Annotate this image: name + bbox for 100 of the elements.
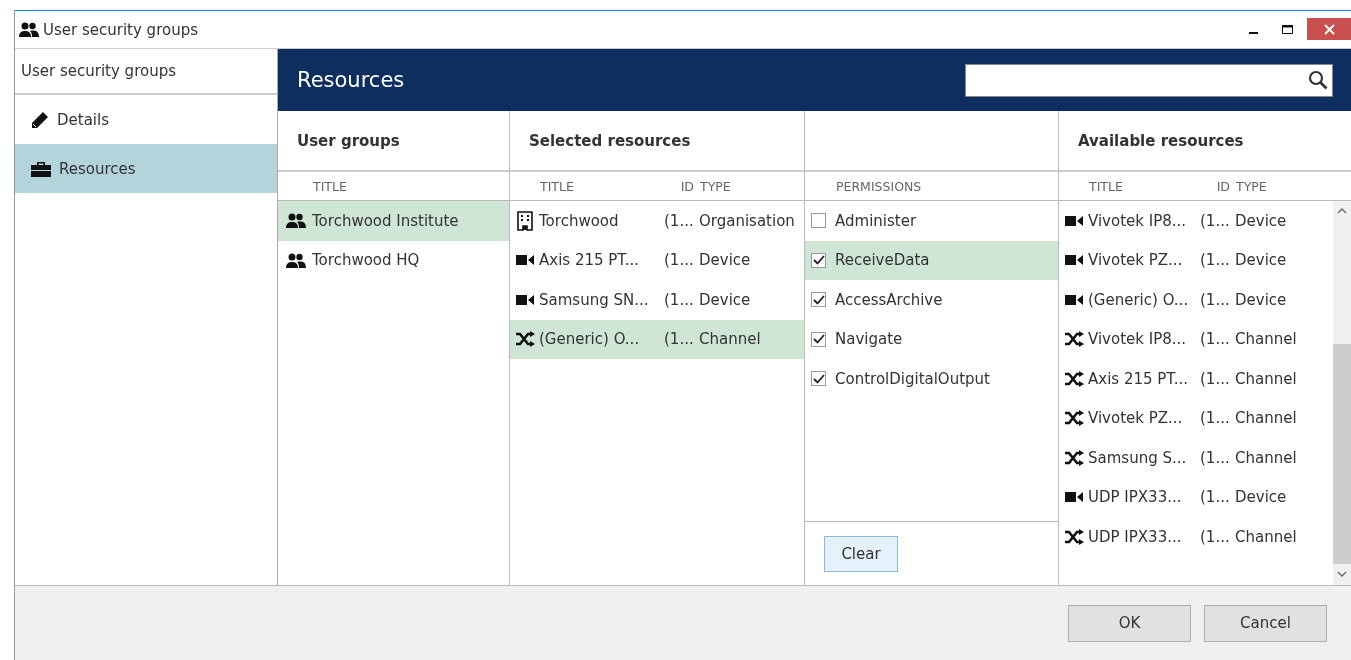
checkbox[interactable] — [811, 213, 826, 229]
resource-title: Vivotek PZ... — [1088, 251, 1184, 270]
shuffle-icon — [1063, 410, 1084, 427]
resource-title: (Generic) O... — [539, 330, 641, 349]
column-header: ID — [679, 178, 695, 194]
resource-row[interactable]: Vivotek PZ... (1... Device — [1059, 240, 1333, 280]
resource-type: Channel — [1235, 369, 1297, 388]
checkbox[interactable] — [811, 292, 826, 308]
search-field[interactable] — [965, 63, 1333, 97]
resource-row[interactable]: Axis 215 PT... (1... Device — [510, 240, 804, 280]
sidebar-title: User security groups — [15, 49, 277, 95]
video-camera-icon — [1064, 293, 1083, 306]
permission-row[interactable]: ControlDigitalOutput — [805, 359, 1058, 399]
resource-title: (Generic) O... — [1088, 290, 1190, 309]
sidebar-item[interactable]: Details — [15, 95, 277, 144]
column-header: PERMISSIONS — [835, 178, 922, 194]
dialog-button[interactable]: Cancel — [1204, 604, 1327, 642]
building-icon — [516, 210, 533, 231]
resource-row[interactable]: UDP IPX33... (1... Channel — [1059, 517, 1333, 557]
permission-row[interactable]: ReceiveData — [805, 240, 1058, 280]
resource-type: Channel — [1235, 527, 1297, 546]
close-button[interactable] — [1307, 18, 1351, 40]
users-icon — [19, 22, 39, 37]
resource-row[interactable]: (Generic) O... (1... Channel — [510, 319, 804, 359]
column-title: User groups — [297, 131, 400, 150]
resource-type: Channel — [1235, 330, 1297, 349]
scroll-down-icon — [1337, 571, 1347, 577]
video-camera-icon — [1064, 214, 1083, 227]
checkbox[interactable] — [811, 331, 826, 347]
resource-title: Vivotek IP8... — [1088, 330, 1188, 349]
resource-id: (1... — [1200, 369, 1231, 388]
column-header: TITLE — [540, 178, 575, 194]
clear-button[interactable]: Clear — [824, 535, 898, 572]
shuffle-icon — [514, 331, 535, 348]
users-icon — [286, 213, 306, 229]
resource-title: Samsung S... — [1088, 448, 1188, 467]
resource-row[interactable]: UDP IPX33... (1... Device — [1059, 477, 1333, 517]
shuffle-icon — [1063, 528, 1084, 545]
permission-row[interactable]: Navigate — [805, 319, 1058, 359]
sidebar-item[interactable]: Resources — [15, 144, 277, 193]
resource-title: Axis 215 PT... — [1088, 369, 1190, 388]
column-header: TITLE — [1089, 178, 1124, 194]
resource-id: (1... — [664, 211, 695, 230]
checkbox[interactable] — [811, 371, 826, 387]
resource-type: Device — [1235, 290, 1287, 309]
column-header: TITLE — [312, 178, 347, 194]
resource-type: Device — [1235, 211, 1287, 230]
resource-id: (1... — [1200, 251, 1231, 270]
resource-row[interactable]: Vivotek IP8... (1... Channel — [1059, 319, 1333, 359]
user-group-row[interactable]: Torchwood Institute — [278, 201, 509, 241]
resource-row[interactable]: (Generic) O... (1... Device — [1059, 280, 1333, 320]
shuffle-icon — [1063, 331, 1084, 348]
video-camera-icon — [515, 254, 534, 267]
scroll-up-icon — [1337, 208, 1347, 214]
checkbox[interactable] — [811, 252, 826, 268]
permission-label: ReceiveData — [835, 251, 930, 270]
column-header: ID — [1215, 178, 1231, 194]
resource-id: (1... — [1200, 290, 1231, 309]
pencil-icon — [31, 110, 49, 129]
scrollbar[interactable] — [1333, 201, 1351, 585]
resource-row[interactable]: Samsung S... (1... Channel — [1059, 438, 1333, 478]
resource-type: Channel — [1235, 448, 1297, 467]
maximize-icon — [1281, 24, 1293, 34]
resource-row[interactable]: Axis 215 PT... (1... Channel — [1059, 359, 1333, 399]
users-icon — [286, 252, 306, 268]
permission-label: Navigate — [835, 330, 903, 349]
resource-id: (1... — [1200, 527, 1231, 546]
resource-id: (1... — [1200, 488, 1231, 507]
resource-type: Device — [1235, 251, 1287, 270]
resource-title: Samsung SN... — [539, 290, 650, 309]
resource-title: Torchwood — [539, 211, 620, 230]
resource-type: Channel — [699, 330, 761, 349]
user-group-row[interactable]: Torchwood HQ — [278, 240, 509, 280]
permission-row[interactable]: Administer — [805, 201, 1058, 241]
resource-id: (1... — [664, 330, 695, 349]
permission-row[interactable]: AccessArchive — [805, 280, 1058, 320]
column-title: Selected resources — [529, 131, 691, 150]
resource-title: UDP IPX33... — [1088, 488, 1183, 507]
resource-row[interactable]: Vivotek IP8... (1... Device — [1059, 201, 1333, 241]
close-icon — [1323, 23, 1335, 35]
resource-row[interactable]: Vivotek PZ... (1... Channel — [1059, 398, 1333, 438]
dialog-button[interactable]: OK — [1068, 604, 1191, 642]
resource-title: UDP IPX33... — [1088, 527, 1183, 546]
resource-title: Vivotek IP8... — [1088, 211, 1188, 230]
briefcase-icon — [31, 160, 51, 177]
page-title: Resources — [297, 68, 405, 92]
resource-id: (1... — [664, 251, 695, 270]
resource-type: Channel — [1235, 409, 1297, 428]
resource-type: Organisation — [699, 211, 795, 230]
resource-row[interactable]: Torchwood (1... Organisation — [510, 201, 804, 241]
minimize-icon — [1248, 32, 1258, 34]
resource-id: (1... — [1200, 330, 1231, 349]
resource-id: (1... — [1200, 409, 1231, 428]
resource-type: Device — [699, 290, 751, 309]
search-icon — [1308, 70, 1328, 90]
resource-type: Device — [1235, 488, 1287, 507]
resource-title: Axis 215 PT... — [539, 251, 641, 270]
resource-row[interactable]: Samsung SN... (1... Device — [510, 280, 804, 320]
resource-type: Device — [699, 251, 751, 270]
permission-label: Administer — [835, 211, 917, 230]
